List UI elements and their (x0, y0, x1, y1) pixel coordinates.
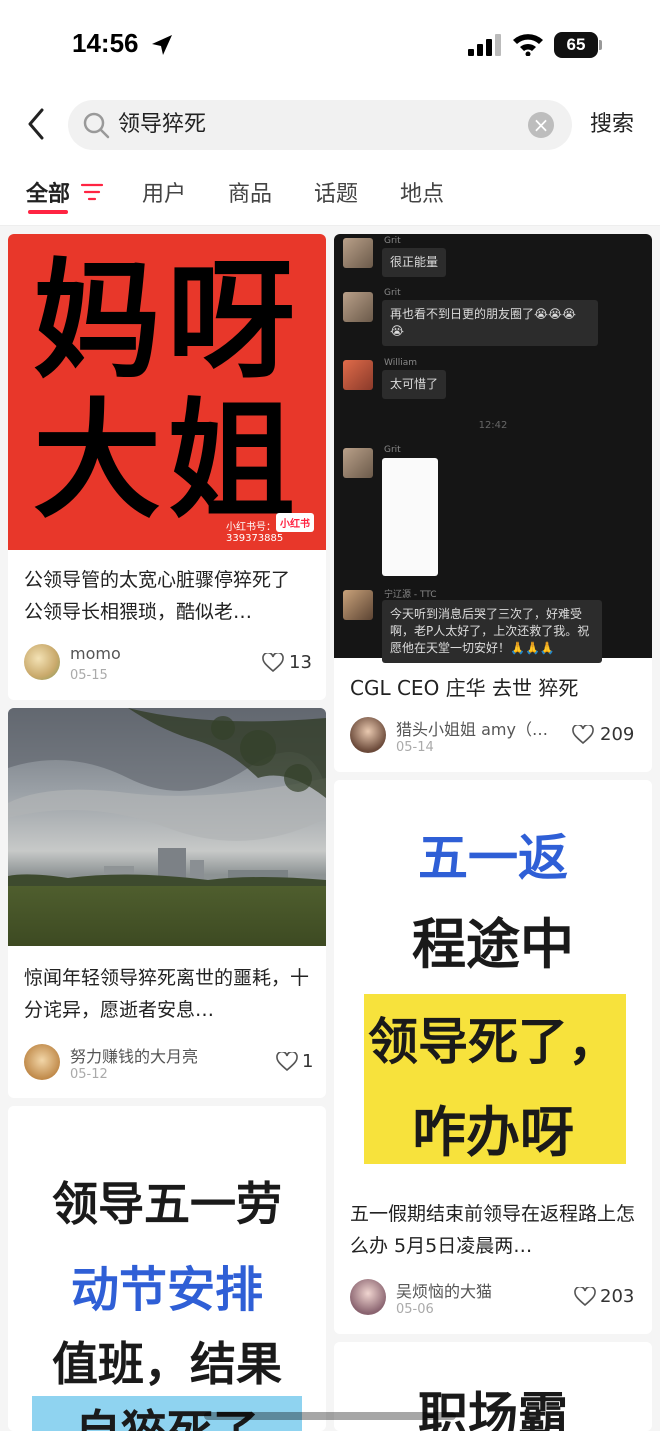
author-name[interactable]: 猎头小姐姐 amy（… (396, 716, 564, 740)
status-time: 14:56 (72, 28, 139, 58)
wheat-field (8, 886, 326, 946)
search-input[interactable]: 领导猝死 × (68, 100, 572, 150)
cover-text-line: 值班，结果 (52, 1337, 282, 1391)
note-card[interactable]: 妈呀 大姐 小红书 小红书号：339373885 公领导管的太宽心脏骤停猝死了 … (8, 234, 326, 700)
note-title[interactable]: 惊闻年轻领导猝死离世的噩耗，十分诧异，愿逝者安息… (24, 962, 314, 1026)
chat-message: 今天听到消息后哭了三次了，好难受啊，老P人太好了，上次还救了我。祝愿他在天堂一切… (382, 600, 602, 663)
chat-sender: William (384, 358, 417, 368)
note-cover-image: 五一返 程途中 领导死了， 咋办呀 (334, 780, 652, 1180)
note-cover-image (8, 708, 326, 946)
cover-text-line: 程途中 (412, 913, 574, 976)
avatar[interactable] (350, 717, 386, 753)
cover-text-line: 动节安排 (70, 1262, 263, 1318)
heart-icon[interactable] (262, 653, 284, 673)
note-card[interactable]: 五一返 程途中 领导死了， 咋办呀 五一假期结束前领导在返程路上怎么办 5月5日… (334, 780, 652, 1334)
cellular-signal-icon (468, 34, 501, 56)
location-arrow-icon (152, 35, 172, 55)
chat-sender: Grit (384, 236, 401, 246)
chat-sender: 宁辽源 - TTC (384, 590, 437, 600)
note-card[interactable]: Grit 很正能量 Grit 再也看不到日更的朋友圈了😭😭😭😭 William … (334, 234, 652, 772)
tab-all[interactable]: 全部 (26, 176, 70, 208)
search-bar: 领导猝死 × 搜索 (0, 90, 660, 162)
chat-sender: Grit (384, 288, 401, 298)
avatar[interactable] (24, 1044, 60, 1080)
post-date: 05-06 (396, 1302, 434, 1317)
note-card[interactable]: 惊闻年轻领导猝死离世的噩耗，十分诧异，愿逝者安息… 努力赚钱的大月亮 05-12… (8, 708, 326, 1098)
cover-text-line: 职场霸 (418, 1387, 568, 1431)
chat-timestamp: 12:42 (478, 420, 508, 431)
chat-message: 很正能量 (382, 248, 447, 277)
cover-text-line: 咋办呀 (412, 1101, 574, 1164)
filter-icon[interactable] (80, 182, 104, 202)
like-count: 13 (289, 652, 312, 673)
watermark-text: 小红书号：339373885 (226, 522, 284, 544)
post-date: 05-15 (70, 668, 108, 683)
search-icon (83, 112, 110, 139)
wifi-icon (513, 34, 543, 56)
chat-message: 太可惜了 (382, 370, 447, 399)
battery-indicator: 65 (554, 32, 602, 58)
chat-avatar (343, 360, 373, 390)
chat-sender: Grit (384, 445, 401, 455)
search-button[interactable]: 搜索 (590, 106, 634, 138)
active-tab-indicator (28, 210, 68, 214)
avatar[interactable] (24, 644, 60, 680)
tab-places[interactable]: 地点 (400, 176, 444, 208)
cover-text-line: 大姐 (32, 387, 301, 536)
chat-avatar (343, 590, 373, 620)
post-date: 05-14 (396, 740, 434, 755)
like-count: 209 (600, 724, 635, 745)
chat-message: 再也看不到日更的朋友圈了😭😭😭😭 (382, 300, 598, 346)
note-cover-image: 领导五一劳 动节安排 值班，结果 自猝死了 (8, 1106, 326, 1431)
tab-users[interactable]: 用户 (142, 176, 186, 208)
chat-document-thumbnail (382, 458, 438, 576)
battery-cap (599, 40, 602, 50)
chat-avatar (343, 448, 373, 478)
status-bar: 14:56 65 (0, 0, 660, 90)
avatar[interactable] (350, 1279, 386, 1315)
post-date: 05-12 (70, 1067, 108, 1082)
note-card[interactable]: 领导五一劳 动节安排 值班，结果 自猝死了 (8, 1106, 326, 1431)
tab-products[interactable]: 商品 (228, 176, 272, 208)
note-title[interactable]: 公领导管的太宽心脏骤停猝死了 公领导长相猥琐，酷似老… (24, 564, 314, 628)
search-query[interactable]: 领导猝死 (118, 100, 206, 150)
note-cover-image: Grit 很正能量 Grit 再也看不到日更的朋友圈了😭😭😭😭 William … (334, 234, 652, 663)
author-name[interactable]: 吴烦恼的大猫 (396, 1278, 564, 1302)
battery-level: 65 (554, 32, 598, 58)
cover-text-line: 五一返 (418, 829, 568, 887)
author-name[interactable]: 努力赚钱的大月亮 (70, 1043, 250, 1067)
cover-text-line: 领导五一劳 (52, 1177, 282, 1231)
author-name[interactable]: momo (70, 644, 220, 663)
heart-icon[interactable] (574, 1287, 596, 1307)
cover-text-line: 领导死了， (368, 1013, 618, 1071)
clear-search-icon[interactable]: × (528, 112, 554, 138)
cover-text-line: 妈呀 (32, 247, 301, 396)
heart-icon[interactable] (572, 725, 594, 745)
back-arrow-icon[interactable] (20, 106, 54, 142)
filter-tabs: 全部 用户 商品 话题 地点 (0, 162, 660, 226)
note-title[interactable]: CGL CEO 庄华 去世 猝死 (350, 672, 640, 704)
like-count: 203 (600, 1286, 635, 1307)
tab-topics[interactable]: 话题 (314, 176, 358, 208)
heart-icon[interactable] (276, 1052, 298, 1072)
like-count: 1 (302, 1051, 314, 1072)
note-title[interactable]: 五一假期结束前领导在返程路上怎么办 5月5日凌晨两… (350, 1198, 640, 1262)
note-cover-image: 妈呀 大姐 小红书 小红书号：339373885 (8, 234, 326, 550)
chat-avatar (343, 292, 373, 322)
home-indicator[interactable] (204, 1412, 456, 1420)
chat-avatar (343, 238, 373, 268)
